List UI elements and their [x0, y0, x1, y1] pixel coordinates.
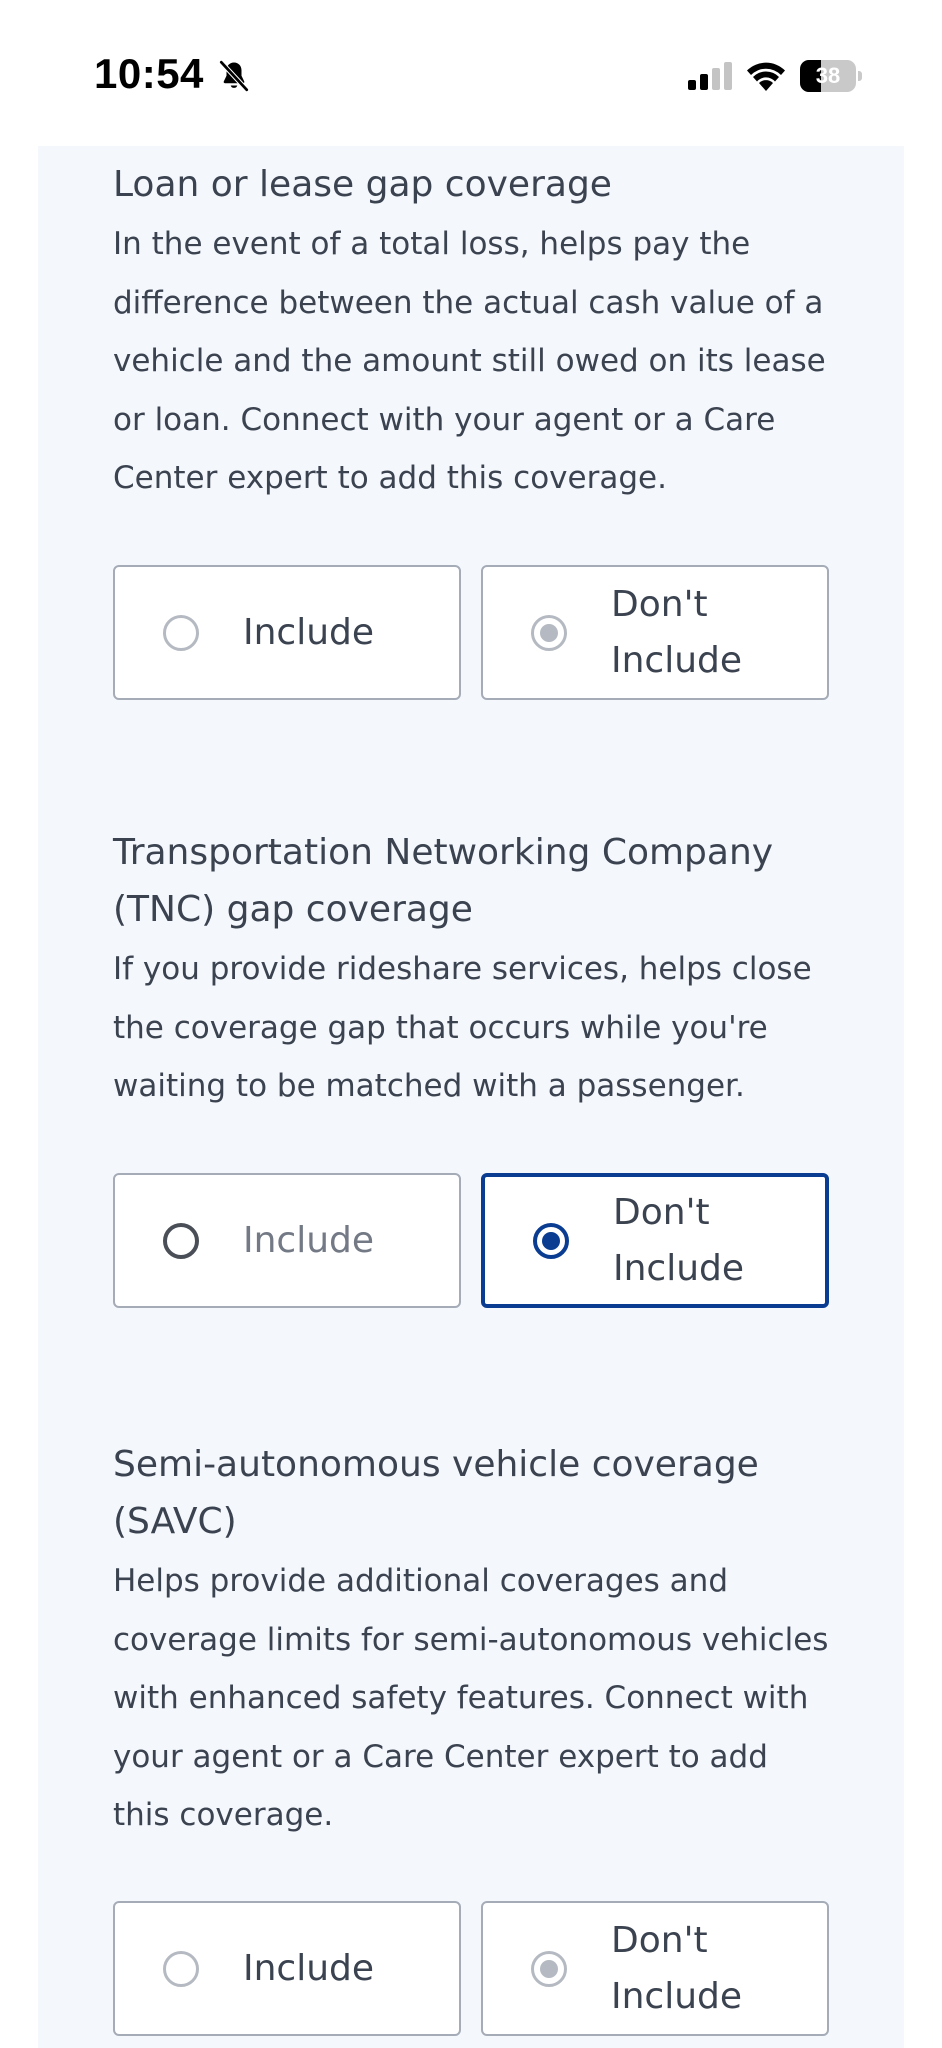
option-label: Include — [243, 1219, 375, 1261]
option-label: Don't Include — [613, 1191, 745, 1289]
radio-checked-icon[interactable] — [531, 614, 567, 651]
radio-checked-icon[interactable] — [533, 1222, 569, 1259]
loan-lease-dont-include-option[interactable]: Don't Include — [481, 565, 829, 700]
status-icons: 38 — [688, 58, 862, 94]
section-description: If you provide rideshare services, helps… — [113, 951, 812, 1104]
cellular-signal-icon — [688, 62, 732, 90]
battery-icon: 38 — [800, 60, 862, 92]
wifi-icon — [747, 62, 785, 91]
savc-dont-include-option[interactable]: Don't Include — [481, 1901, 829, 2036]
battery-cap — [858, 71, 862, 81]
option-label: Don't Include — [611, 1919, 743, 2017]
radio-checked-icon[interactable] — [531, 1950, 567, 1987]
section-title: Transportation Networking Company (TNC) … — [113, 832, 774, 930]
radio-icon[interactable] — [163, 1950, 199, 1987]
option-label: Include — [243, 611, 375, 653]
loan-lease-include-option[interactable]: Include — [113, 565, 461, 700]
bell-slash-icon — [218, 59, 250, 93]
savc-section: Semi-autonomous vehicle coverage (SAVC) … — [113, 1436, 829, 1845]
option-label: Don't Include — [611, 583, 743, 681]
status-bar: 10:54 38 — [0, 0, 942, 146]
battery-level: 38 — [815, 63, 841, 88]
loan-lease-gap-options: Include Don't Include — [113, 565, 829, 700]
section-description: In the event of a total loss, helps pay … — [113, 226, 826, 496]
battery-body: 38 — [800, 60, 856, 92]
radio-icon[interactable] — [163, 1222, 199, 1259]
option-label: Include — [243, 1947, 375, 1989]
radio-icon[interactable] — [163, 614, 199, 651]
loan-lease-gap-section: Loan or lease gap coverage In the event … — [113, 156, 829, 508]
tnc-dont-include-option[interactable]: Don't Include — [481, 1173, 829, 1308]
tnc-gap-section: Transportation Networking Company (TNC) … — [113, 824, 829, 1116]
section-title: Semi-autonomous vehicle coverage (SAVC) — [113, 1444, 759, 1542]
tnc-gap-options: Include Don't Include — [113, 1173, 829, 1308]
savc-options: Include Don't Include — [113, 1901, 829, 2036]
savc-include-option[interactable]: Include — [113, 1901, 461, 2036]
coverage-panel: Loan or lease gap coverage In the event … — [38, 146, 904, 2048]
section-title: Loan or lease gap coverage — [113, 164, 612, 205]
status-time: 10:54 — [94, 50, 204, 97]
section-description: Helps provide additional coverages and c… — [113, 1563, 829, 1833]
tnc-include-option[interactable]: Include — [113, 1173, 461, 1308]
